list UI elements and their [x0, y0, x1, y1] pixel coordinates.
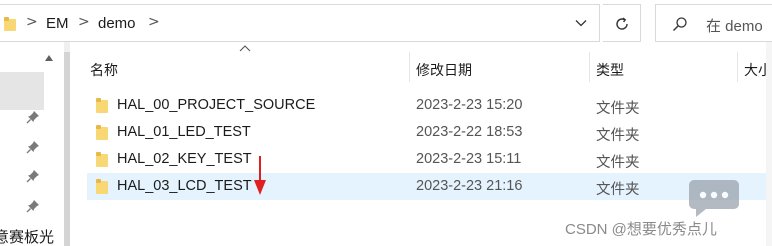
chevron-down-icon[interactable] — [574, 16, 588, 30]
pin-icon[interactable] — [26, 199, 40, 213]
folder-icon — [96, 125, 108, 140]
navigation-pane[interactable] — [0, 42, 64, 246]
watermark: CSDN @想要优秀点儿 — [565, 221, 717, 238]
search-input[interactable]: 在 demo — [655, 4, 772, 42]
column-divider[interactable] — [737, 52, 738, 82]
sort-ascending-icon — [239, 45, 251, 52]
refresh-icon — [616, 17, 628, 30]
search-placeholder: 在 demo — [706, 18, 763, 35]
column-header-type[interactable]: 类型 — [596, 60, 624, 80]
file-row[interactable]: HAL_02_KEY_TEST 2023-2-23 15:11 文件夹 — [87, 146, 772, 173]
pin-icon[interactable] — [26, 110, 40, 124]
breadcrumb-separator[interactable]: > — [78, 14, 90, 30]
file-type: 文件夹 — [596, 128, 640, 144]
annotation-arrow-icon — [254, 156, 266, 195]
file-type: 文件夹 — [596, 101, 640, 117]
address-bar[interactable]: > EM > demo > — [0, 4, 600, 42]
content-scrollbar[interactable] — [766, 42, 772, 246]
breadcrumb-em[interactable]: EM — [46, 15, 69, 32]
folder-icon — [96, 98, 108, 113]
nav-item-label[interactable]: 意赛板光 — [0, 226, 54, 246]
folder-icon — [96, 179, 108, 194]
column-divider[interactable] — [409, 52, 410, 82]
search-icon — [673, 17, 687, 31]
pin-icon[interactable] — [26, 169, 40, 183]
file-date: 2023-2-23 21:16 — [416, 178, 523, 194]
file-date: 2023-2-23 15:20 — [416, 97, 523, 113]
column-header-name[interactable]: 名称 — [90, 60, 118, 80]
column-header-date[interactable]: 修改日期 — [416, 60, 472, 80]
nav-scrollbar-thumb[interactable] — [64, 52, 70, 246]
breadcrumb-demo[interactable]: demo — [98, 15, 136, 32]
scroll-up-icon[interactable] — [44, 54, 54, 62]
file-row-selected[interactable]: HAL_03_LCD_TEST 2023-2-23 21:16 文件夹 — [87, 173, 772, 200]
column-divider[interactable] — [589, 52, 590, 82]
breadcrumb-separator: > — [26, 14, 38, 30]
refresh-button[interactable] — [603, 4, 641, 42]
folder-icon — [96, 152, 108, 167]
file-row[interactable]: HAL_00_PROJECT_SOURCE 2023-2-23 15:20 文件… — [87, 92, 772, 119]
file-name[interactable]: HAL_03_LCD_TEST — [117, 178, 252, 194]
folder-icon — [4, 17, 16, 31]
file-date: 2023-2-23 15:11 — [416, 151, 522, 167]
chat-bubble-icon — [689, 180, 739, 217]
file-type: 文件夹 — [596, 182, 640, 198]
nav-item-selected[interactable] — [0, 72, 44, 110]
file-type: 文件夹 — [596, 155, 640, 171]
file-name[interactable]: HAL_02_KEY_TEST — [117, 151, 252, 167]
file-name[interactable]: HAL_00_PROJECT_SOURCE — [117, 97, 315, 113]
file-name[interactable]: HAL_01_LED_TEST — [117, 124, 251, 140]
file-date: 2023-2-22 18:53 — [416, 124, 523, 140]
breadcrumb-separator[interactable]: > — [148, 14, 160, 30]
file-row[interactable]: HAL_01_LED_TEST 2023-2-22 18:53 文件夹 — [87, 119, 772, 146]
pin-icon[interactable] — [26, 140, 40, 154]
